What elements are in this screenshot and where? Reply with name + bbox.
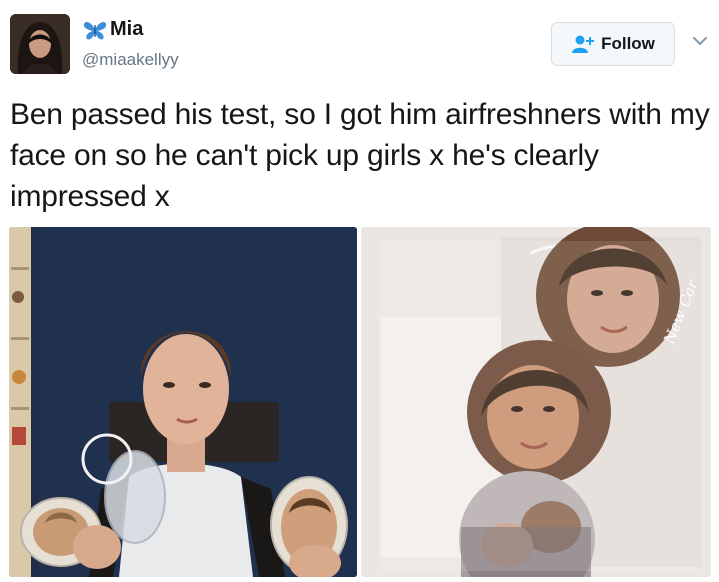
- chevron-down-icon[interactable]: [690, 34, 710, 48]
- butterfly-icon: [82, 19, 108, 41]
- add-user-icon: [571, 34, 595, 54]
- photo-guy-with-air-fresheners[interactable]: [9, 227, 357, 577]
- tweet-text: Ben passed his test, so I got him airfre…: [10, 98, 710, 213]
- tweet-header: Mia @miaakellyy Follow: [0, 0, 719, 90]
- photo-air-fresheners[interactable]: New Car: [361, 227, 711, 577]
- follow-label: Follow: [601, 34, 655, 53]
- follow-button[interactable]: Follow: [551, 22, 675, 66]
- avatar[interactable]: [10, 14, 70, 74]
- display-name[interactable]: Mia: [110, 18, 143, 41]
- name-row: Mia: [82, 18, 143, 41]
- user-handle[interactable]: @miaakellyy: [82, 50, 179, 70]
- media-grid: New Car: [9, 227, 711, 577]
